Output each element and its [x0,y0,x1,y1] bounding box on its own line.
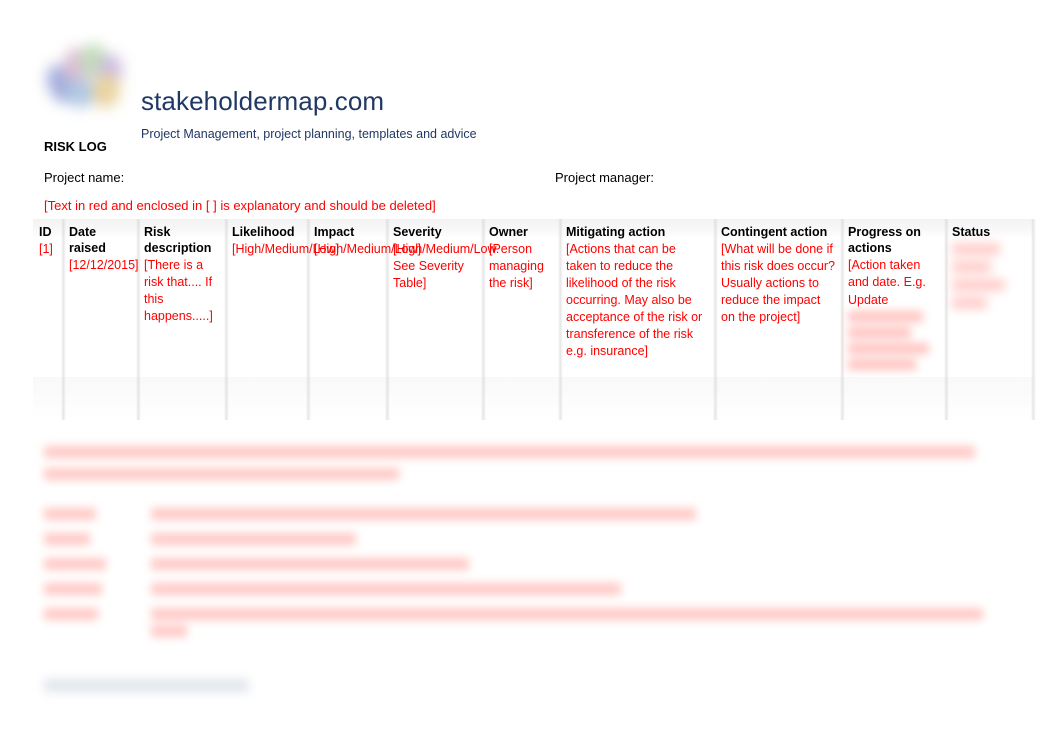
illegible-paragraph-block [44,446,1004,490]
brand-tagline: Project Management, project planning, te… [141,127,477,141]
table-cell-owner[interactable]: Owner [Person managing the risk] [483,219,560,375]
placeholder-mitigating-action: [Actions that can be taken to reduce the… [566,242,703,358]
table-cell-contingent-action[interactable]: Contingent action [What will be done if … [715,219,842,375]
explanatory-note: [Text in red and enclosed in [ ] is expl… [44,198,436,213]
placeholder-contingent-action: [What will be done if this risk does occ… [721,242,835,324]
column-header-owner: Owner [489,225,528,239]
illegible-link[interactable] [44,679,249,692]
status-illegible-text [952,243,1027,309]
table-cell-likelihood[interactable]: Likelihood [High/Medium/Low] [226,219,339,375]
column-header-id: ID [39,225,52,239]
risk-log-table: ID [1] Date raised [12/12/2015] Risk des… [33,219,1036,420]
table-cell-impact[interactable]: Impact [High/Medium/Low] [308,219,421,375]
placeholder-severity: [High/Medium/Low. See Severity Table] [393,242,500,290]
stakeholdermap-balloons-logo-icon [41,38,132,116]
column-header-date-raised: Date raised [69,225,106,255]
column-header-progress-on-actions: Progress on actions [848,225,921,255]
column-header-impact: Impact [314,225,355,239]
illegible-definition-list [44,508,1004,651]
brand-name: stakeholdermap.com [141,86,385,116]
placeholder-progress-italic: Update [848,293,889,307]
table-cell-progress-on-actions[interactable]: Progress on actions [Action taken and da… [842,219,946,375]
column-header-status: Status [952,225,991,239]
project-manager-label: Project manager: [555,170,654,185]
table-cell-status[interactable]: Status [946,219,1033,375]
table-cell-risk-description[interactable]: Risk description [There is a risk that..… [138,219,226,375]
site-header: stakeholdermap.com Project Management, p… [41,34,1024,141]
placeholder-risk-description: [There is a risk that.... If this happen… [144,258,213,323]
column-header-risk-description: Risk description [144,225,212,255]
column-header-likelihood: Likelihood [232,225,295,239]
table-cell-severity[interactable]: Severity [High/Medium/Low. See Severity … [387,219,500,375]
page-title: RISK LOG [44,139,107,154]
placeholder-likelihood: [High/Medium/Low] [232,242,339,256]
column-header-severity: Severity [393,225,442,239]
table-cell-id[interactable]: ID [1] [33,219,63,375]
project-fields-row: Project name: Project manager: [44,169,1024,187]
progress-illegible-text [848,311,940,370]
placeholder-progress-on-actions: [Action taken and date. E.g. [848,258,926,289]
placeholder-owner: [Person managing the risk] [489,242,544,290]
placeholder-impact: [High/Medium/Low] [314,242,421,256]
table-cell-date-raised[interactable]: Date raised [12/12/2015] [63,219,139,375]
column-header-contingent-action: Contingent action [721,225,828,239]
table-row: ID [1] Date raised [12/12/2015] Risk des… [33,219,1033,375]
placeholder-date-raised: [12/12/2015] [69,258,139,272]
placeholder-id: [1] [39,242,53,256]
table-empty-row [33,377,1033,420]
column-header-mitigating-action: Mitigating action [566,225,666,239]
table-cell-mitigating-action[interactable]: Mitigating action [Actions that can be t… [560,219,715,375]
project-name-label: Project name: [44,170,125,185]
